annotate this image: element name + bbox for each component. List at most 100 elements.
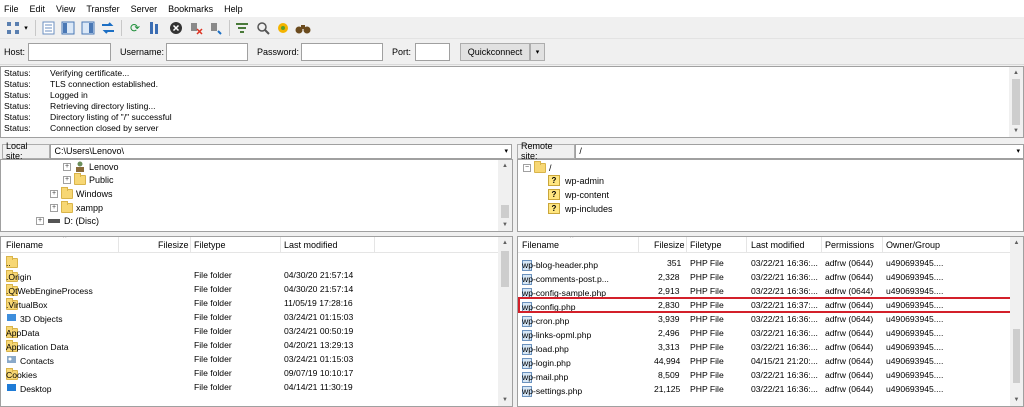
log-line: Status: Logged in <box>4 90 88 100</box>
chevron-down-icon[interactable]: ▾ <box>22 20 30 36</box>
quickconnect-bar: Host: Username: Password: Port: Quickcon… <box>0 39 1024 65</box>
folder-icon <box>61 200 73 213</box>
host-label: Host: <box>4 47 26 57</box>
binoculars-icon[interactable] <box>295 20 311 36</box>
column-last-modified[interactable]: Last modified <box>751 240 805 250</box>
remote-directory-tree: − / ? wp-admin ? wp-content ? wp-includes <box>517 159 1024 232</box>
remote-list-scrollbar[interactable]: ▲ ▼ <box>1010 237 1023 406</box>
remote-tree-toggle-icon[interactable] <box>80 20 96 36</box>
password-label: Password: <box>257 47 300 57</box>
highlight-box <box>518 297 1012 313</box>
sort-ascending-icon: ^ <box>63 236 67 242</box>
menu-file[interactable]: File <box>4 4 19 14</box>
column-filename[interactable]: Filename <box>522 240 559 250</box>
reconnect-icon[interactable] <box>208 20 224 36</box>
log-line: Status: TLS connection established. <box>4 79 158 89</box>
quickconnect-button[interactable]: Quickconnect <box>460 43 530 61</box>
chevron-down-icon[interactable]: ▾ <box>504 147 508 155</box>
log-line: Status: Verifying certificate... <box>4 68 130 78</box>
menu-bar: File Edit View Transfer Server Bookmarks… <box>0 0 1024 17</box>
remote-site-path-text: / <box>579 146 582 156</box>
tree-item-public[interactable]: + Public <box>63 172 114 186</box>
disconnect-icon[interactable] <box>188 20 204 36</box>
search-icon[interactable] <box>255 20 271 36</box>
menu-bookmarks[interactable]: Bookmarks <box>168 4 213 14</box>
expand-icon[interactable]: + <box>36 216 44 225</box>
tree-item-wp-content[interactable]: ? wp-content <box>548 188 609 201</box>
local-tree-toggle-icon[interactable] <box>60 20 76 36</box>
column-filesize[interactable]: Filesize <box>158 240 189 250</box>
process-queue-icon[interactable] <box>147 20 163 36</box>
folder-icon <box>74 172 86 185</box>
username-label: Username: <box>120 47 165 57</box>
expand-icon[interactable]: + <box>63 162 71 171</box>
message-log: Status: Verifying certificate... Status: T… <box>0 66 1024 138</box>
filter-icon[interactable] <box>234 20 250 36</box>
drive-icon <box>48 218 60 223</box>
quickconnect-dropdown-icon[interactable]: ▾ <box>530 43 545 61</box>
sort-ascending-icon: ^ <box>570 236 574 242</box>
menu-help[interactable]: Help <box>224 4 243 14</box>
menu-edit[interactable]: Edit <box>30 4 46 14</box>
local-site-path-input[interactable]: C:\Users\Lenovo\ ▾ <box>50 143 512 159</box>
menu-view[interactable]: View <box>56 4 75 14</box>
column-filetype[interactable]: Filetype <box>690 240 722 250</box>
contacts-icon <box>7 356 16 364</box>
unknown-folder-icon: ? <box>548 175 560 186</box>
menu-server[interactable]: Server <box>131 4 158 14</box>
toolbar: ▾ ⟳ <box>0 17 1024 39</box>
local-file-list: Filename ^ Filesize Filetype Last modifi… <box>0 236 513 407</box>
menu-transfer[interactable]: Transfer <box>86 4 119 14</box>
chevron-down-icon[interactable]: ▾ <box>1016 147 1020 155</box>
remote-list-header: Filename ^ Filesize Filetype Last modifi… <box>518 237 1011 253</box>
log-line: Status: Connection closed by server <box>4 123 159 133</box>
password-input[interactable] <box>301 43 383 61</box>
column-permissions[interactable]: Permissions <box>825 240 874 250</box>
log-line: Status: Retrieving directory listing... <box>4 101 156 111</box>
remote-site-bar: Remote site: / ▾ <box>517 141 1024 161</box>
site-manager-icon[interactable] <box>5 20 21 36</box>
column-filetype[interactable]: Filetype <box>194 240 226 250</box>
transfer-queue-toggle-icon[interactable] <box>100 20 116 36</box>
cancel-icon[interactable] <box>168 20 184 36</box>
column-owner-group[interactable]: Owner/Group <box>886 240 940 250</box>
sync-browse-icon[interactable] <box>275 20 291 36</box>
remote-site-label: Remote site: <box>517 141 576 161</box>
unknown-folder-icon: ? <box>548 189 560 200</box>
folder-icon <box>534 160 546 173</box>
local-list-scrollbar[interactable]: ▲ ▼ <box>498 237 512 406</box>
refresh-icon[interactable]: ⟳ <box>127 20 143 36</box>
tree-item-xampp[interactable]: + xampp <box>50 200 103 214</box>
tree-item-d-disc[interactable]: + D: (Disc) <box>36 214 99 227</box>
local-tree-scrollbar[interactable]: ▲ ▼ <box>498 160 512 231</box>
tree-item-wp-admin[interactable]: ? wp-admin <box>548 174 604 187</box>
log-line: Status: Directory listing of "/" successf… <box>4 112 172 122</box>
remote-site-path-input[interactable]: / ▾ <box>575 143 1024 159</box>
local-site-bar: Local site: C:\Users\Lenovo\ ▾ <box>2 141 512 161</box>
column-last-modified[interactable]: Last modified <box>284 240 338 250</box>
tree-item-windows[interactable]: + Windows <box>50 186 113 200</box>
expand-icon[interactable]: + <box>50 189 58 198</box>
collapse-icon[interactable]: − <box>523 163 531 172</box>
tree-item-wp-includes[interactable]: ? wp-includes <box>548 202 613 215</box>
folder-icon <box>61 186 73 199</box>
tree-item-lenovo[interactable]: + Lenovo <box>63 160 119 173</box>
remote-file-list: Filename ^ Filesize Filetype Last modifi… <box>517 236 1024 407</box>
unknown-folder-icon: ? <box>548 203 560 214</box>
port-input[interactable] <box>415 43 450 61</box>
column-filesize[interactable]: Filesize <box>654 240 685 250</box>
local-site-path-text: C:\Users\Lenovo\ <box>54 146 125 156</box>
desktop-icon <box>7 384 16 392</box>
3d-objects-icon <box>7 314 16 322</box>
log-scrollbar[interactable]: ▲ ▼ <box>1009 67 1023 137</box>
column-filename[interactable]: Filename <box>6 240 43 250</box>
host-input[interactable] <box>28 43 111 61</box>
expand-icon[interactable]: + <box>50 203 58 212</box>
tree-item-root[interactable]: − / <box>523 160 552 174</box>
user-folder-icon <box>76 161 84 172</box>
local-directory-tree: + Lenovo + Public + Windows + xampp + D: (D… <box>0 159 513 232</box>
message-log-toggle-icon[interactable] <box>40 20 56 36</box>
local-site-label: Local site: <box>2 141 51 161</box>
username-input[interactable] <box>166 43 248 61</box>
expand-icon[interactable]: + <box>63 175 71 184</box>
